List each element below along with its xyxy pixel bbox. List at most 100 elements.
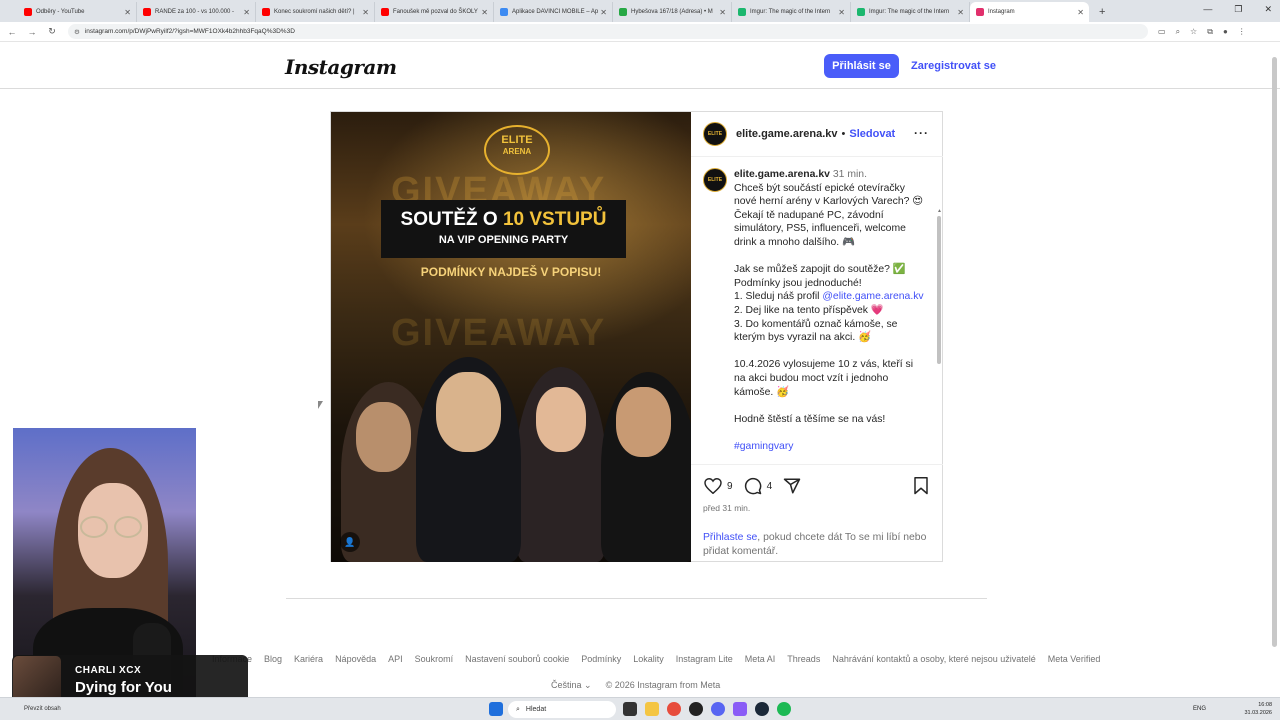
profile-icon[interactable]: ● xyxy=(1223,27,1228,37)
instagram-icon xyxy=(976,8,984,16)
browser-tab[interactable]: Aplikace DAVINCI MOBILE – Ap ✕ xyxy=(494,2,613,22)
caption-area[interactable]: ELITE elite.game.arena.kv 31 min. Chceš b… xyxy=(691,158,943,464)
extensions-icon[interactable]: ⧉ xyxy=(1207,27,1213,37)
new-tab-button[interactable]: + xyxy=(1089,2,1115,22)
bookmark-star-icon[interactable]: ☆ xyxy=(1190,27,1197,37)
hashtag-link[interactable]: #gamingvary xyxy=(734,440,924,454)
close-icon[interactable]: ✕ xyxy=(719,8,726,17)
caption-avatar[interactable]: ELITE xyxy=(703,168,727,192)
tab-label: Instagram xyxy=(988,9,1015,15)
task-view-icon[interactable] xyxy=(623,702,637,716)
footer-link[interactable]: Threads xyxy=(787,654,820,664)
caption-username[interactable]: elite.game.arena.kv xyxy=(734,169,830,180)
footer-link[interactable]: Podmínky xyxy=(581,654,621,664)
steam-icon[interactable] xyxy=(755,702,769,716)
scroll-up-icon[interactable]: ▲ xyxy=(937,208,942,214)
close-icon[interactable]: ✕ xyxy=(243,8,250,17)
footer-link[interactable]: Meta Verified xyxy=(1048,654,1101,664)
chrome-icon[interactable] xyxy=(667,702,681,716)
comment-icon[interactable] xyxy=(743,476,763,496)
instagram-logo[interactable]: Instagram xyxy=(285,55,397,79)
post-header: ELITE elite.game.arena.kv • Sledovat ··· xyxy=(691,112,943,157)
close-icon[interactable]: ✕ xyxy=(362,8,369,17)
image-subtitle: PODMÍNKY NAJDEŠ V POPISU! xyxy=(420,265,602,279)
maximize-icon[interactable]: ❐ xyxy=(1234,4,1242,15)
footer-link[interactable]: Lokality xyxy=(633,654,664,664)
author-username[interactable]: elite.game.arena.kv xyxy=(736,128,838,140)
cast-icon[interactable]: ▭ xyxy=(1158,27,1166,37)
tagged-users-icon[interactable]: 👤 xyxy=(340,532,360,552)
post-image[interactable]: GIVEAWAY GIVEAWAY ELITE ARENA SOUTĚŽ O 1… xyxy=(331,112,691,562)
caption-header: elite.game.arena.kv 31 min. xyxy=(734,168,924,182)
footer-link[interactable]: Nápověda xyxy=(335,654,376,664)
browser-tab[interactable]: Odběry - YouTube ✕ xyxy=(18,2,137,22)
author-avatar[interactable]: ELITE xyxy=(703,122,727,146)
youtube-icon xyxy=(381,8,389,16)
browser-tab[interactable]: Konec soukromí našich dětí? | ✕ xyxy=(256,2,375,22)
tab-label: Konec soukromí našich dětí? | xyxy=(274,9,355,15)
site-info-icon[interactable]: ⚙ xyxy=(74,28,80,36)
tab-label: Imgur: The magic of the Intern xyxy=(750,9,831,15)
imgur-icon xyxy=(738,8,746,16)
url-bar[interactable]: ⚙ instagram.com/p/DWjPwRyilf2/?igsh=MWF1… xyxy=(68,24,1148,39)
footer-links: Informace Blog Kariéra Nápověda API Souk… xyxy=(212,654,1112,664)
scroll-thumb[interactable] xyxy=(937,216,941,364)
zoom-icon[interactable]: ⌕ xyxy=(1176,27,1180,37)
footer-link[interactable]: Meta AI xyxy=(745,654,776,664)
profile-mention-link[interactable]: @elite.game.arena.kv xyxy=(822,291,923,302)
close-window-icon[interactable]: ✕ xyxy=(1264,4,1272,15)
windows-start-icon[interactable] xyxy=(489,702,503,716)
browser-tab[interactable]: Imgur: The magic of the Intern ✕ xyxy=(732,2,851,22)
reload-icon[interactable]: ↻ xyxy=(44,26,60,37)
person-face xyxy=(436,372,501,452)
like-icon[interactable] xyxy=(703,476,723,496)
footer-link[interactable]: Nahrávání kontaktů a osoby, které nejsou… xyxy=(832,654,1035,664)
browser-tab-active[interactable]: Instagram ✕ xyxy=(970,2,1089,22)
close-icon[interactable]: ✕ xyxy=(481,8,488,17)
browser-tab[interactable]: Fanoušek mě pozval do ŠKOLY ✕ xyxy=(375,2,494,22)
login-button[interactable]: Přihlásit se xyxy=(824,54,899,78)
browser-tab[interactable]: Imgur: The magic of the Intern ✕ xyxy=(851,2,970,22)
browser-tab[interactable]: Hybešova 167/18 (Adresa) • M ✕ xyxy=(613,2,732,22)
menu-icon[interactable]: ⋮ xyxy=(1238,27,1246,37)
separator-dot: • xyxy=(841,128,846,140)
keyboard-language[interactable]: ENG xyxy=(1193,706,1206,712)
page-scrollbar[interactable] xyxy=(1272,45,1278,647)
browser-tab[interactable]: RANDE za 100 - vs 100.000 - ✕ xyxy=(137,2,256,22)
footer-link[interactable]: Nastavení souborů cookie xyxy=(465,654,569,664)
file-explorer-icon[interactable] xyxy=(645,702,659,716)
bookmark-icon[interactable] xyxy=(911,476,931,496)
footer-link[interactable]: Soukromí xyxy=(415,654,454,664)
close-icon[interactable]: ✕ xyxy=(124,8,131,17)
close-icon[interactable]: ✕ xyxy=(1077,8,1084,17)
caption-paragraph: 1. Sleduj náš profil @elite.game.arena.k… xyxy=(734,290,924,304)
close-icon[interactable]: ✕ xyxy=(957,8,964,17)
register-link[interactable]: Zaregistrovat se xyxy=(911,54,996,78)
search-icon: ⌕ xyxy=(516,705,520,713)
obs-icon[interactable] xyxy=(689,702,703,716)
follow-button[interactable]: Sledovat xyxy=(849,128,895,140)
minimize-icon[interactable]: — xyxy=(1203,4,1212,15)
language-select[interactable]: Čeština ⌄ xyxy=(551,680,592,691)
close-icon[interactable]: ✕ xyxy=(600,8,607,17)
login-link[interactable]: Přihlaste se xyxy=(703,532,757,543)
music-app-icon[interactable] xyxy=(733,702,747,716)
chevron-down-icon: ⌄ xyxy=(584,680,592,690)
caption-scrollbar[interactable]: ▲ ▼ xyxy=(937,208,942,464)
windows-taskbar: Převzít obsah ⌕ Hledat ENG 16:08 31.03.20… xyxy=(0,697,1280,720)
discord-icon[interactable] xyxy=(711,702,725,716)
clock[interactable]: 16:08 31.03.2026 xyxy=(1244,701,1272,717)
footer-link[interactable]: API xyxy=(388,654,403,664)
share-icon[interactable] xyxy=(782,476,802,496)
page-scroll-thumb[interactable] xyxy=(1272,57,1277,647)
taskbar-search[interactable]: ⌕ Hledat xyxy=(508,701,616,718)
forward-icon[interactable]: → xyxy=(24,27,40,37)
footer-link[interactable]: Instagram Lite xyxy=(676,654,733,664)
close-icon[interactable]: ✕ xyxy=(838,8,845,17)
footer-link[interactable]: Kariéra xyxy=(294,654,323,664)
more-options-icon[interactable]: ··· xyxy=(914,126,929,140)
spotify-icon[interactable] xyxy=(777,702,791,716)
back-icon[interactable]: ← xyxy=(4,27,20,37)
footer-link[interactable]: Blog xyxy=(264,654,282,664)
